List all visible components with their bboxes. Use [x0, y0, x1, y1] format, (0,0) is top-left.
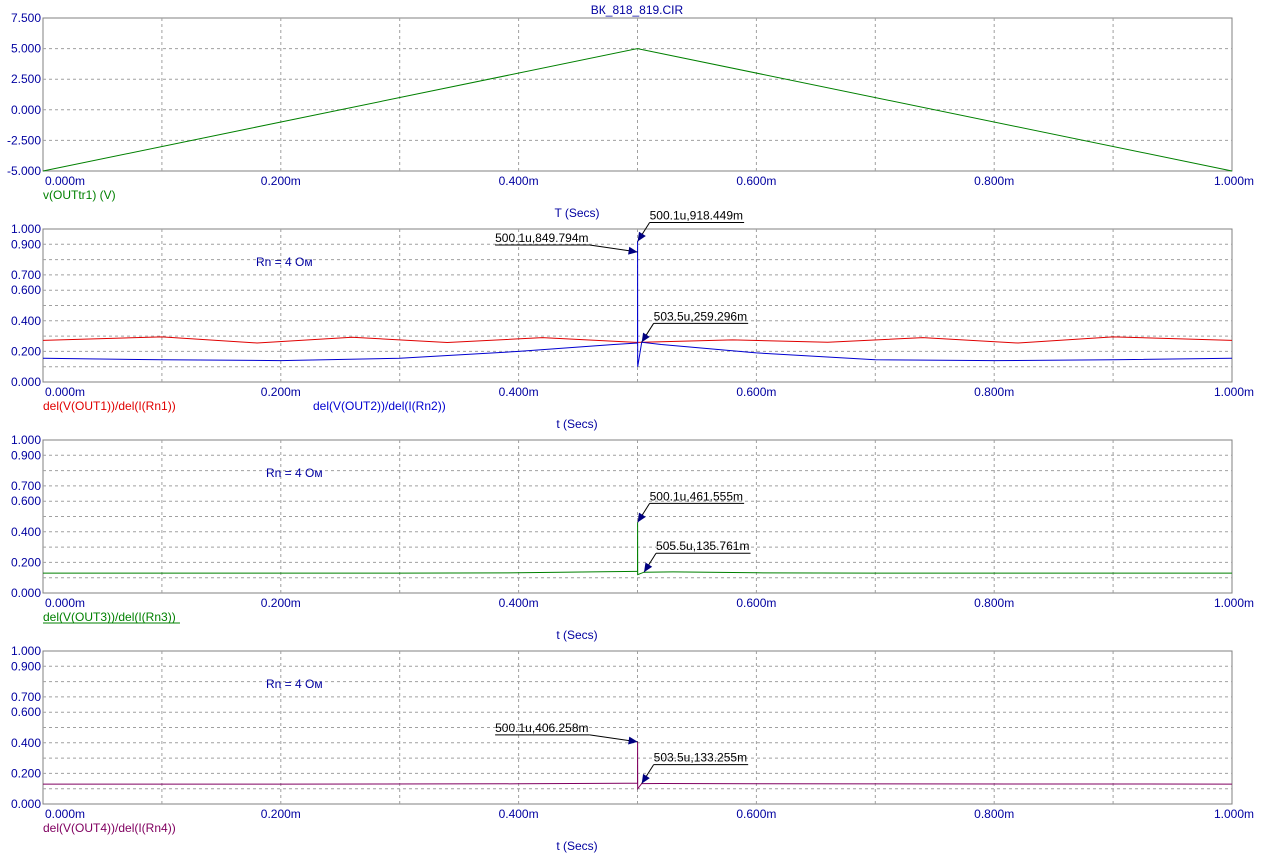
y-tick-label: 1.000 — [11, 433, 41, 447]
x-tick-label: 0.400m — [499, 596, 539, 610]
cursor-annotation: 503.5u,133.255m — [654, 751, 747, 765]
x-tick-label: 0.400m — [499, 174, 539, 188]
y-tick-label: 5.000 — [11, 42, 41, 56]
x-tick-label: 0.800m — [974, 385, 1014, 399]
y-tick-label: 0.900 — [11, 237, 41, 251]
x-tick-label: 0.600m — [736, 596, 776, 610]
x-tick-label: 0.000m — [45, 385, 85, 399]
x-tick-label: 0.000m — [45, 596, 85, 610]
x-tick-label: 1.000m — [1214, 174, 1254, 188]
x-tick-label: 1.000m — [1214, 807, 1254, 821]
series-legend-label: del(V(OUT4))/del(I(Rn4)) — [43, 821, 176, 835]
y-tick-label: 0.200 — [11, 555, 41, 569]
annotation-arrowhead — [628, 246, 638, 255]
x-tick-label: 0.200m — [261, 174, 301, 188]
y-tick-label: -2.500 — [7, 133, 41, 147]
plot-frame — [42, 17, 1233, 172]
y-tick-label: 0.700 — [11, 268, 41, 282]
cursor-annotation: 505.5u,135.761m — [656, 539, 749, 553]
series-line — [42, 241, 1233, 367]
x-axis-label: t (Secs) — [556, 417, 597, 431]
cursor-annotation: 503.5u,259.296m — [654, 309, 747, 323]
y-tick-label: 0.600 — [11, 494, 41, 508]
x-tick-label: 0.800m — [974, 807, 1014, 821]
x-axis-label: t (Secs) — [556, 628, 597, 642]
series-legend-label: v(OUTtr1) (V) — [43, 188, 116, 202]
plot-panel-4: 1.0000.900 0.7000.600 0.400 0.200 0.000 0.000… — [11, 644, 1254, 853]
plot-panel-1: 7.500 5.000 2.500 0.000 -2.500 -5.000 0.000m 0.… — [7, 11, 1254, 220]
x-tick-label: 0.400m — [499, 385, 539, 399]
y-tick-label: 0.400 — [11, 525, 41, 539]
annotation-arrowhead — [637, 512, 646, 523]
x-tick-label: 0.000m — [45, 174, 85, 188]
annotation-arrowhead — [644, 562, 653, 573]
cursor-annotation: 500.1u,849.794m — [495, 231, 588, 245]
annotation-arrowhead — [637, 231, 646, 242]
x-axis-label: T (Secs) — [554, 206, 599, 220]
x-tick-label: 0.200m — [261, 385, 301, 399]
x-tick-label: 0.600m — [736, 385, 776, 399]
plot-panel-2: 1.0000.900 0.7000.600 0.400 0.200 0.000 0.000… — [11, 208, 1254, 431]
series-legend-label: del(V(OUT3))/del(I(Rn3)) — [43, 610, 176, 624]
y-tick-label: 0.200 — [11, 766, 41, 780]
rn-note: Rn = 4 Ом — [266, 677, 323, 691]
x-tick-label: 0.600m — [736, 174, 776, 188]
series-line — [43, 741, 1233, 791]
x-tick-label: 0.200m — [261, 807, 301, 821]
x-tick-label: 0.200m — [261, 596, 301, 610]
y-tick-label: 0.000 — [11, 375, 41, 389]
x-axis-label: t (Secs) — [556, 839, 597, 853]
y-tick-label: 0.000 — [11, 586, 41, 600]
y-tick-label: 0.200 — [11, 344, 41, 358]
y-tick-label: -5.000 — [7, 164, 41, 178]
y-tick-label: 0.900 — [11, 448, 41, 462]
x-tick-label: 0.800m — [974, 596, 1014, 610]
x-tick-label: 1.000m — [1214, 596, 1254, 610]
x-tick-label: 0.000m — [45, 807, 85, 821]
x-tick-label: 1.000m — [1214, 385, 1254, 399]
y-tick-label: 0.900 — [11, 659, 41, 673]
series-legend-label: del(V(OUT2))/del(I(Rn2)) — [313, 399, 446, 413]
y-tick-label: 0.600 — [11, 705, 41, 719]
annotation-arrowhead — [641, 332, 650, 343]
y-tick-label: 0.000 — [11, 103, 41, 117]
y-tick-label: 2.500 — [11, 72, 41, 86]
annotation-arrowhead — [641, 773, 650, 784]
y-tick-label: 0.400 — [11, 314, 41, 328]
cursor-annotation: 500.1u,461.555m — [650, 489, 743, 503]
y-tick-label: 0.000 — [11, 797, 41, 811]
x-tick-label: 0.400m — [499, 807, 539, 821]
y-tick-label: 1.000 — [11, 222, 41, 236]
y-tick-label: 7.500 — [11, 11, 41, 25]
y-tick-label: 0.700 — [11, 479, 41, 493]
x-tick-label: 0.600m — [736, 807, 776, 821]
y-tick-label: 0.600 — [11, 283, 41, 297]
chart-title: ВК_818_819.CIR — [591, 3, 684, 17]
plot-panel-3: 1.0000.900 0.7000.600 0.400 0.200 0.000 0.000… — [11, 433, 1254, 642]
y-tick-label: 1.000 — [11, 644, 41, 658]
series-line — [43, 522, 1232, 576]
cursor-annotation: 500.1u,406.258m — [495, 721, 588, 735]
rn-note: Rn = 4 Ом — [256, 255, 313, 269]
annotation-arrowhead — [628, 736, 638, 745]
series-legend-label: del(V(OUT1))/del(I(Rn1)) — [43, 399, 176, 413]
y-tick-label: 0.400 — [11, 736, 41, 750]
chart-canvas: ВК_818_819.CIR 7.500 5.000 2.500 0.000 -2.50… — [7, 3, 1254, 853]
cursor-annotation: 500.1u,918.449m — [650, 208, 743, 222]
y-tick-label: 0.700 — [11, 690, 41, 704]
x-tick-label: 0.800m — [974, 174, 1014, 188]
rn-note: Rn = 4 Ом — [266, 466, 323, 480]
